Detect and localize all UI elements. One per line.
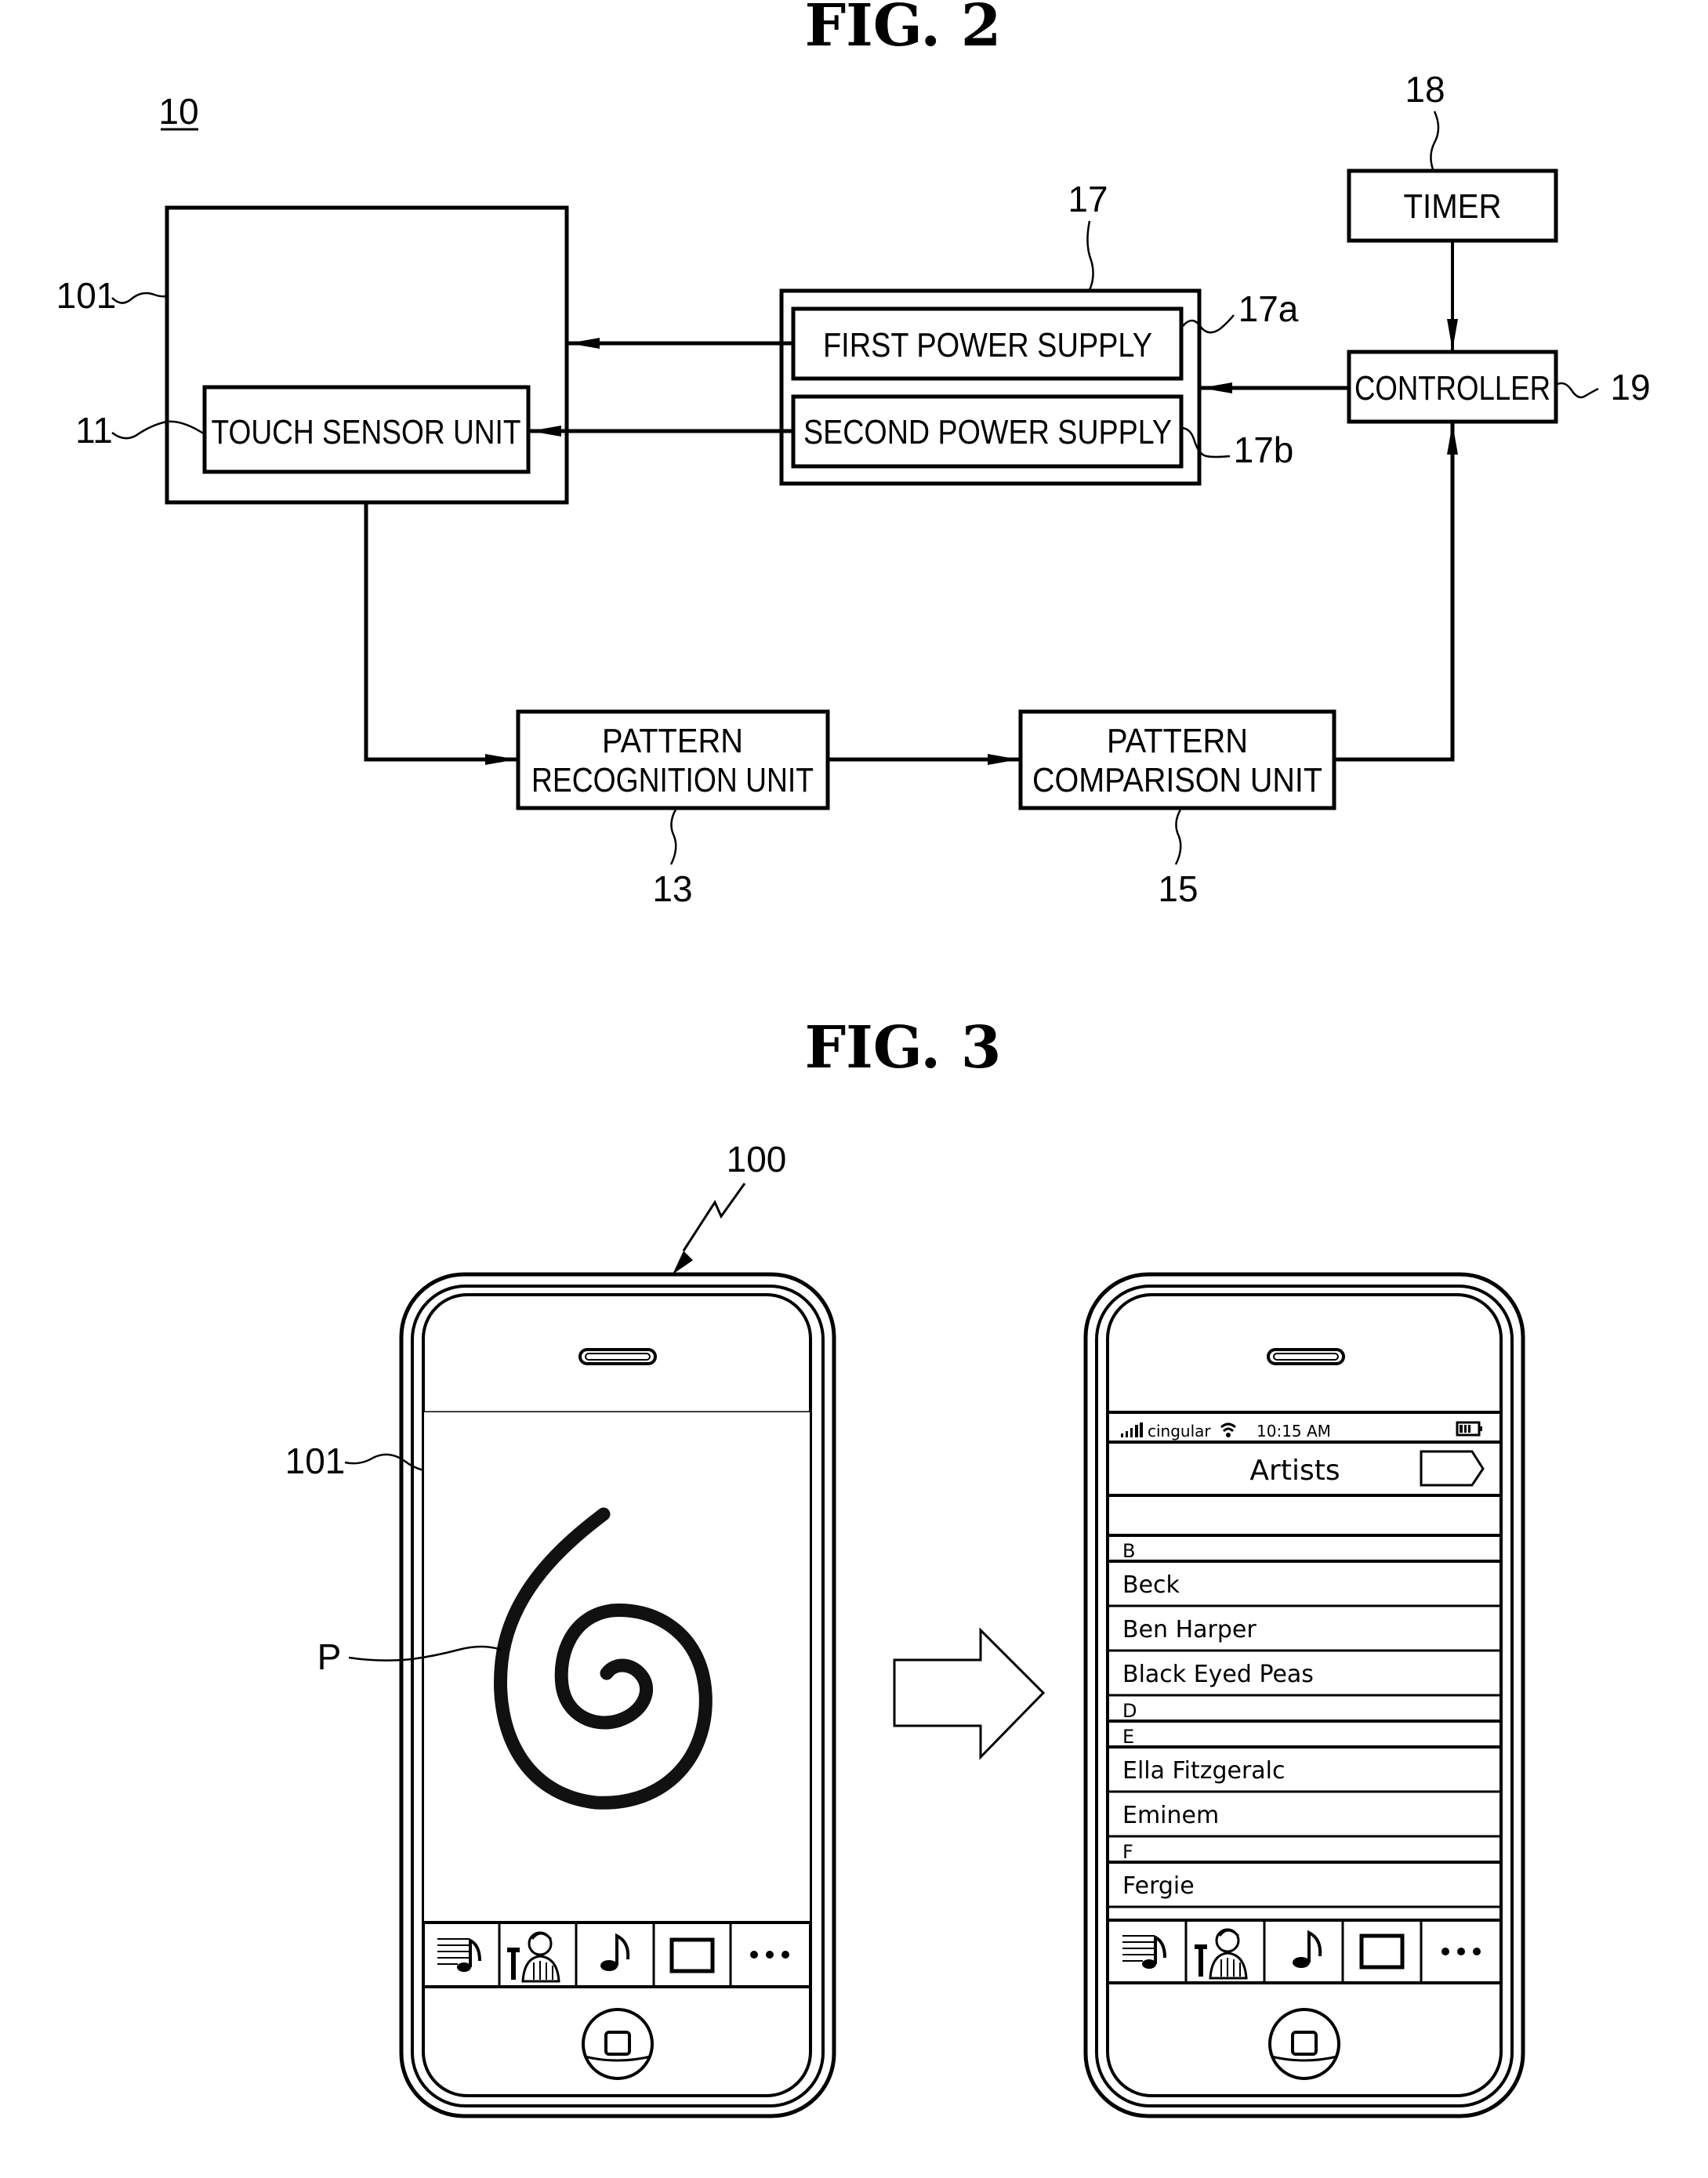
videos-icon[interactable] [669,1937,715,1973]
home-button-right[interactable] [1268,2008,1340,2080]
artists-icon[interactable] [507,1931,560,1983]
playlists-icon[interactable] [437,1937,481,1972]
section-header: E [1108,1726,1501,1749]
more-icon[interactable] [1441,1948,1481,1955]
tab-bar-left [423,1921,810,1988]
speaker-grill [1273,1353,1339,1361]
list-item[interactable]: Ella Fitzgeralc [1108,1757,1501,1793]
section-header-label: E [1122,1726,1134,1748]
pattern-comparison-ref-label: 15 [1158,868,1198,909]
wifi-icon [1220,1422,1236,1437]
section-header: B [1108,1540,1501,1563]
controller-leader-line [1557,382,1599,399]
figure-2: FIG. 2 10 101 TOUCH SENSOR UNIT 11 17 FI… [56,0,1651,909]
arrow-comparison-to-controller [1334,423,1458,762]
carrier-label: cingular [1148,1422,1211,1441]
section-header: D [1108,1700,1501,1723]
first-power-leader-line [1182,314,1235,334]
arrow-touch-sensor-to-pattern-recognition [364,502,517,765]
first-power-supply-label: FIRST POWER SUPPLY [823,326,1152,364]
controller-ref-label: 19 [1610,367,1650,408]
pattern-comparison-leader-line [1174,809,1182,865]
pattern-recognition-leader-line [669,809,677,865]
artist-name: Beck [1122,1571,1180,1599]
status-time: 10:15 AM [1257,1422,1331,1441]
display-block [165,205,569,505]
home-square-icon [604,2031,631,2056]
list-item[interactable]: Fergie [1108,1872,1501,1908]
list-item[interactable]: Black Eyed Peas [1108,1661,1501,1697]
section-header-label: D [1122,1700,1137,1722]
section-header: F [1108,1841,1501,1864]
tab-bar-right [1108,1919,1501,1984]
power-supply-leader-line [1086,220,1094,291]
pattern-comparison-label-line2: COMPARISON UNIT [1032,761,1322,799]
transition-arrow-icon [893,1627,1046,1760]
figure-2-title: FIG. 2 [805,0,1002,60]
timer-label: TIMER [1404,187,1502,226]
nav-title: Artists [1249,1455,1340,1487]
more-icon[interactable] [750,1951,789,1959]
list-item[interactable]: Eminem [1108,1802,1501,1838]
display-ref-label: 101 [56,275,117,316]
home-button-left[interactable] [582,2008,654,2080]
device-ref-label: 100 [727,1139,787,1180]
patent-drawing-sheet: FIG. 2 10 101 TOUCH SENSOR UNIT 11 17 FI… [56,0,1651,2118]
figure-3: FIG. 3 100 101 P cingular 10:15 AM Artis… [285,1014,1525,2118]
device-leader-line [682,1183,746,1252]
signal-strength-icon [1121,1422,1143,1437]
speaker-icon [1267,1348,1345,1365]
section-header-label: B [1122,1540,1135,1562]
touch-sensor-leader-line [111,420,205,440]
phone-left: 101 P [285,1272,836,2118]
first-power-supply-ref-label: 17a [1238,288,1299,329]
artist-list: B Beck Ben Harper Black Eyed Peas DE Ella Fit… [1108,1534,1501,1908]
playlists-icon[interactable] [1122,1934,1166,1969]
pattern-recognition-label-line2: RECOGNITION UNIT [531,761,814,799]
touch-sensor-label: TOUCH SENSOR UNIT [212,413,521,451]
second-power-supply-label: SECOND POWER SUPPLY [803,413,1172,451]
home-square-icon [1291,2031,1318,2056]
songs-icon[interactable] [1293,1930,1322,1968]
system-reference-label: 10 [158,91,198,132]
pattern-recognition-ref-label: 13 [652,868,692,909]
pattern-comparison-label-line1: PATTERN [1107,722,1248,760]
pattern-ref-label: P [317,1636,342,1677]
now-playing-button[interactable] [1420,1450,1485,1487]
artists-icon[interactable] [1195,1928,1248,1980]
controller-label: CONTROLLER [1354,369,1550,408]
videos-icon[interactable] [1359,1933,1405,1970]
display-leader-line [111,292,168,304]
speaker-icon [578,1348,657,1365]
touch-sensor-ref-label: 11 [75,410,113,451]
timer-ref-label: 18 [1405,69,1445,110]
battery-icon [1456,1421,1482,1437]
phone-right: cingular 10:15 AM Artists B Beck Ben Harpe… [1083,1272,1525,2118]
power-supply-ref-label: 17 [1068,179,1108,219]
device-leader-arrowhead [673,1251,693,1274]
second-power-leader-line [1182,426,1231,458]
artist-name: Black Eyed Peas [1122,1661,1314,1688]
songs-icon[interactable] [600,1933,630,1971]
display-ref-label-fig3: 101 [285,1441,346,1481]
artist-name: Eminem [1122,1802,1219,1829]
section-header-label: F [1122,1841,1133,1863]
speaker-grill [585,1353,651,1361]
artist-name: Fergie [1122,1872,1195,1900]
power-supply-group [779,288,1202,486]
second-power-supply-ref-label: 17b [1234,429,1294,470]
list-item[interactable]: Ben Harper [1108,1616,1501,1652]
timer-leader-line [1430,111,1440,170]
artist-name: Ben Harper [1122,1616,1257,1643]
list-item[interactable]: Beck [1108,1571,1501,1607]
figure-3-title: FIG. 3 [805,1014,1002,1082]
pattern-recognition-label-line1: PATTERN [602,722,743,760]
artist-name: Ella Fitzgeralc [1122,1757,1286,1785]
